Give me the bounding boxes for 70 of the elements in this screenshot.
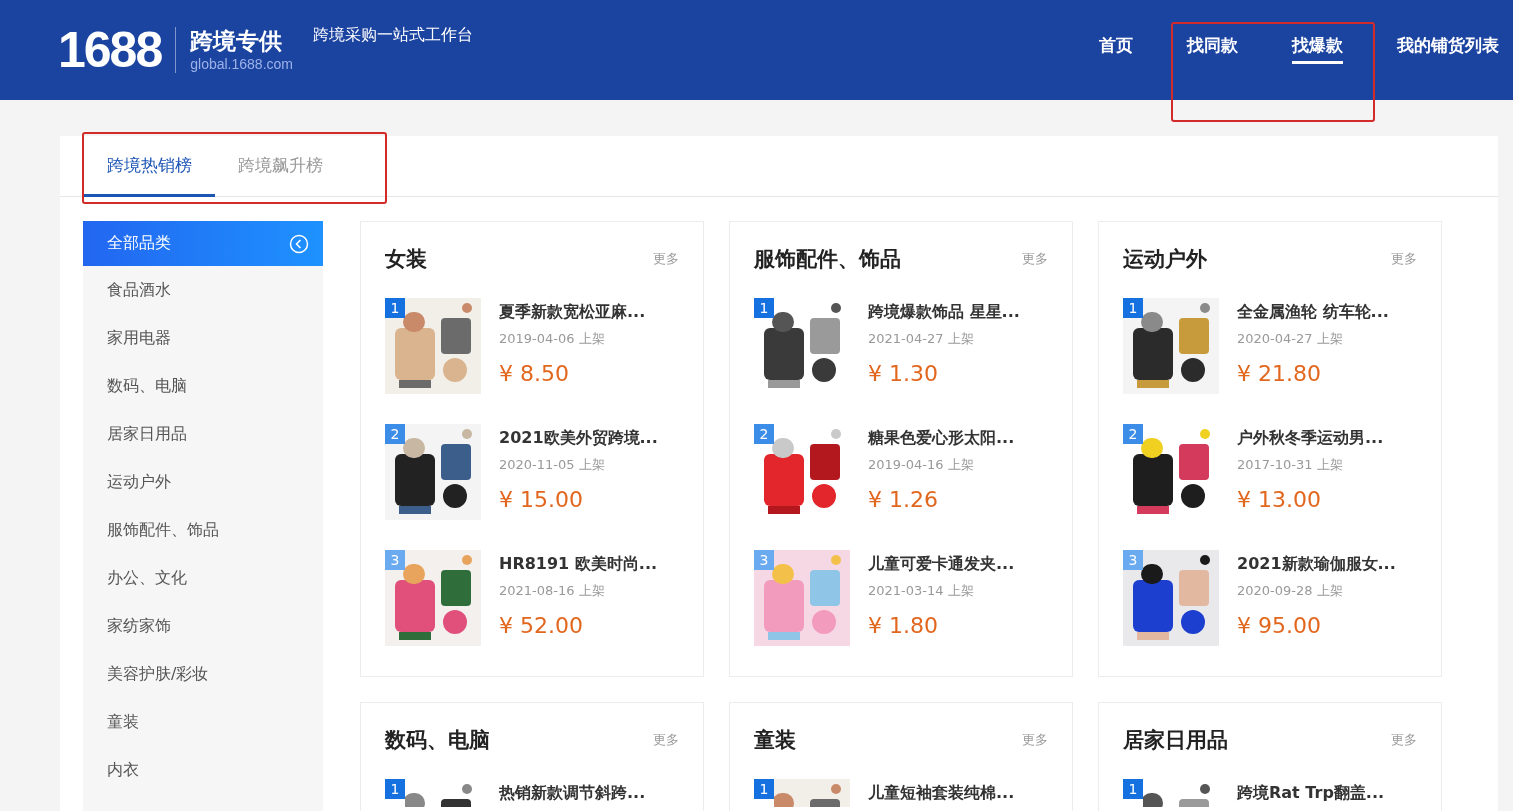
product-title[interactable]: 全金属渔轮 纺车轮... xyxy=(1237,300,1389,324)
card-title: 数码、电脑 xyxy=(385,727,490,754)
nav-link[interactable]: 找同款 xyxy=(1187,34,1238,64)
category-item[interactable]: 数码、电脑 xyxy=(83,362,323,410)
category-item[interactable]: 办公、文化 xyxy=(83,554,323,602)
listing-date: 2020-04-27 上架 xyxy=(1237,330,1344,348)
category-item[interactable]: 居家日用品 xyxy=(83,410,323,458)
listing-date: 2020-11-05 上架 xyxy=(499,456,606,474)
product-title[interactable]: 跨境Rat Trp翻盖... xyxy=(1237,781,1385,805)
product-title[interactable]: 热销新款调节斜跨... xyxy=(499,781,646,805)
listing-date: 2017-10-31 上架 xyxy=(1237,456,1344,474)
category-item[interactable]: 内衣 xyxy=(83,746,323,794)
product-price: ¥ 52.00 xyxy=(499,612,584,640)
rank-badge: 2 xyxy=(385,424,405,444)
category-item[interactable]: 全部品类 xyxy=(83,221,323,266)
rank-badge: 3 xyxy=(1123,550,1143,570)
rank-badge: 3 xyxy=(385,550,405,570)
listing-date: 2019-04-06 上架 xyxy=(499,330,606,348)
product-price: ¥ 15.00 xyxy=(499,486,584,514)
product-price: ¥ 1.80 xyxy=(868,612,939,640)
product-title[interactable]: 儿童可爱卡通发夹... xyxy=(868,552,1015,576)
category-item[interactable]: 家纺家饰 xyxy=(83,602,323,650)
product-price: ¥ 13.00 xyxy=(1237,486,1322,514)
product-price: ¥ 21.80 xyxy=(1237,360,1322,388)
product-price: ¥ 8.50 xyxy=(499,360,570,388)
rank-badge: 1 xyxy=(754,779,774,799)
rank-badge: 1 xyxy=(754,298,774,318)
card-title: 童装 xyxy=(754,727,796,754)
listing-date: 2021-03-14 上架 xyxy=(868,582,975,600)
product-title[interactable]: HR8191 欧美时尚... xyxy=(499,552,658,576)
card-title: 女装 xyxy=(385,246,427,273)
rank-badge: 2 xyxy=(1123,424,1143,444)
card-title: 服饰配件、饰品 xyxy=(754,246,901,273)
product-price: ¥ 1.26 xyxy=(868,486,939,514)
rank-badge: 1 xyxy=(385,298,405,318)
product-title[interactable]: 2021欧美外贸跨境... xyxy=(499,426,658,450)
category-item[interactable]: 童装 xyxy=(83,698,323,746)
product-title[interactable]: 户外秋冬季运动男... xyxy=(1237,426,1384,450)
nav-link[interactable]: 首页 xyxy=(1099,34,1133,64)
card-title: 运动户外 xyxy=(1123,246,1207,273)
product-price: ¥ 95.00 xyxy=(1237,612,1322,640)
listing-date: 2019-04-16 上架 xyxy=(868,456,975,474)
listing-date: 2020-09-28 上架 xyxy=(1237,582,1344,600)
category-item[interactable]: 食品酒水 xyxy=(83,266,323,314)
rank-badge: 1 xyxy=(385,779,405,799)
card-title: 居家日用品 xyxy=(1123,727,1228,754)
listing-date: 2021-04-27 上架 xyxy=(868,330,975,348)
logo[interactable]: 1688 xyxy=(58,21,162,79)
category-item[interactable]: 家用电器 xyxy=(83,314,323,362)
category-item[interactable]: 服饰配件、饰品 xyxy=(83,506,323,554)
product-title[interactable]: 糖果色爱心形太阳... xyxy=(868,426,1015,450)
rank-badge: 1 xyxy=(1123,779,1143,799)
domain-text: global.1688.com xyxy=(190,55,293,73)
rank-badge: 2 xyxy=(754,424,774,444)
listing-date: 2021-08-16 上架 xyxy=(499,582,606,600)
product-title[interactable]: 儿童短袖套装纯棉... xyxy=(868,781,1015,805)
category-item[interactable]: 运动户外 xyxy=(83,458,323,506)
category-item[interactable]: 美容护肤/彩妆 xyxy=(83,650,323,698)
tab[interactable]: 跨境热销榜 xyxy=(84,136,215,197)
product-title[interactable]: 夏季新款宽松亚麻... xyxy=(499,300,646,324)
brand-name: 跨境专供 xyxy=(190,27,284,55)
site-subtitle: 跨境采购一站式工作台 xyxy=(313,25,473,46)
nav-link[interactable]: 我的铺货列表 xyxy=(1397,34,1499,64)
product-title[interactable]: 2021新款瑜伽服女... xyxy=(1237,552,1396,576)
product-price: ¥ 1.30 xyxy=(868,360,939,388)
product-title[interactable]: 跨境爆款饰品 星星... xyxy=(868,300,1020,324)
nav-link[interactable]: 找爆款 xyxy=(1292,34,1343,64)
rank-badge: 3 xyxy=(754,550,774,570)
collapse-icon[interactable] xyxy=(289,233,309,254)
rank-badge: 1 xyxy=(1123,298,1143,318)
